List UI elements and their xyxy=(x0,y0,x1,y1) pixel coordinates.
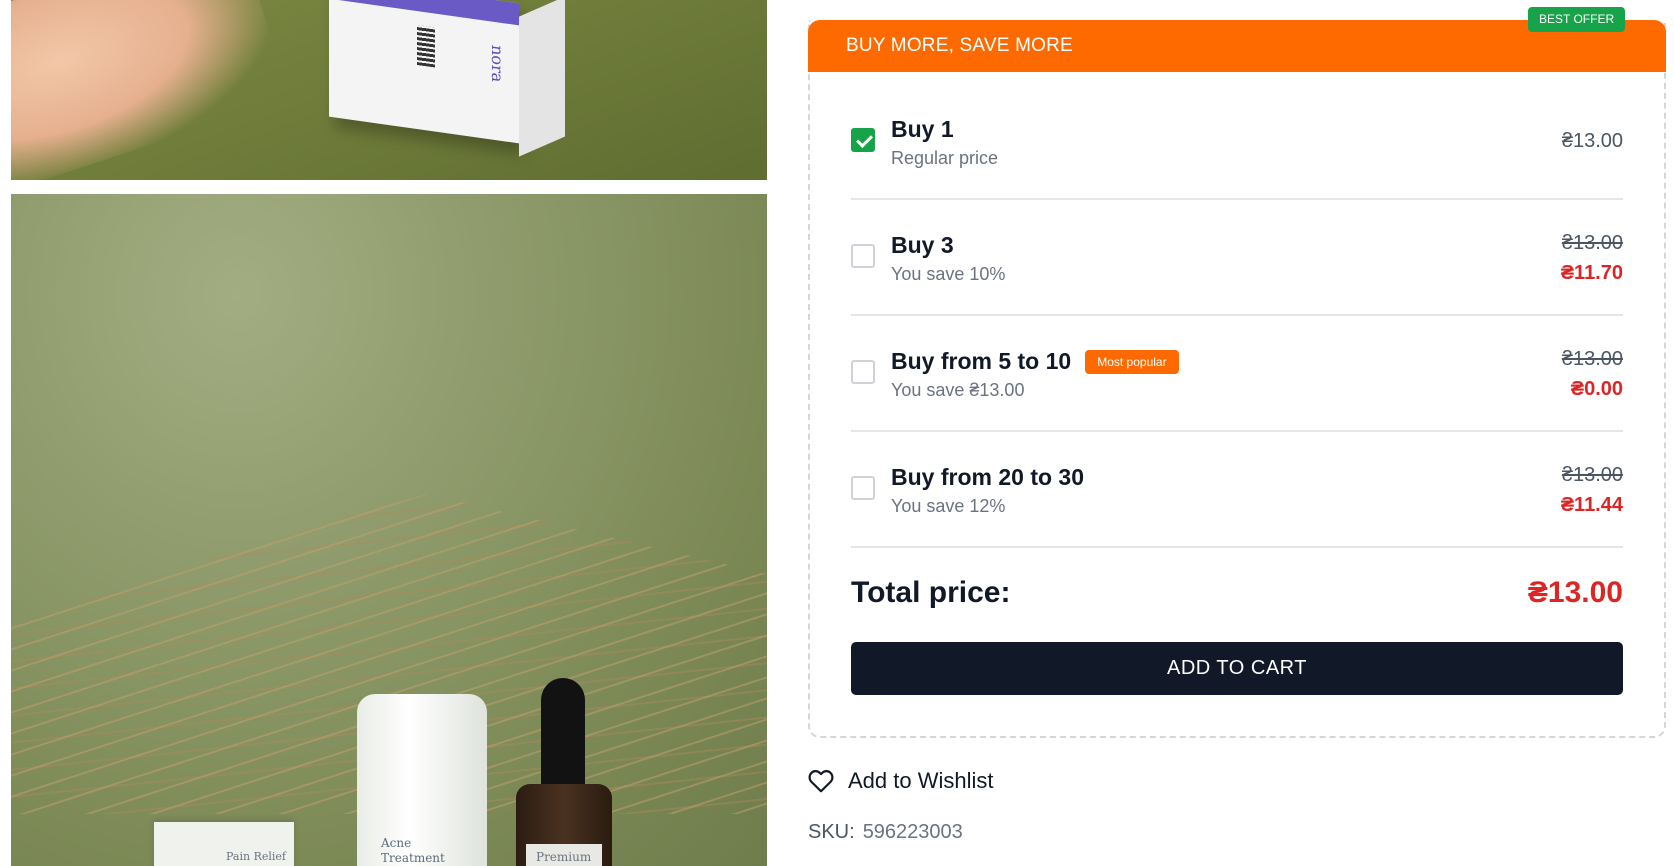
jar-label: Acne Treatment xyxy=(381,836,445,865)
option-title: Buy from 5 to 10 Most popular xyxy=(891,348,1179,375)
add-to-wishlist-link[interactable]: Add to Wishlist xyxy=(808,766,994,796)
sku-label: SKU: xyxy=(808,821,855,843)
offer-option-buy-3[interactable]: Buy 3 You save 10% ₴13.00 ₴11.70 xyxy=(851,200,1623,316)
pain-relief-box: Pain Relief xyxy=(154,822,294,866)
sku-value: 596223003 xyxy=(862,821,963,843)
most-popular-badge: Most popular xyxy=(1085,350,1179,374)
option-subtitle: Regular price xyxy=(891,148,999,168)
product-image-1[interactable]: nora xyxy=(11,0,767,180)
option-price: ₴13.00 xyxy=(1561,130,1623,152)
product-image-2[interactable]: Pain Relief Acne Treatment Premium xyxy=(11,194,767,866)
box-brand-text: nora xyxy=(488,43,508,84)
option-checkbox[interactable] xyxy=(851,360,875,384)
option-subtitle: You save ₴13.00 xyxy=(891,380,1025,400)
total-price-label: Total price: xyxy=(851,576,1011,609)
option-title: Buy from 20 to 30 xyxy=(891,464,1084,490)
sku-line: SKU: 596223003 xyxy=(808,821,963,844)
offer-title: BUY MORE, SAVE MORE xyxy=(846,35,1073,56)
option-new-price: ₴11.44 xyxy=(1560,494,1623,516)
fabric-drape xyxy=(11,0,292,180)
option-old-price: ₴13.00 xyxy=(1561,348,1623,370)
bottle-label: Premium xyxy=(526,844,602,866)
option-title: Buy 3 xyxy=(891,232,954,258)
option-checkbox[interactable] xyxy=(851,128,875,152)
heart-icon xyxy=(808,770,834,793)
option-old-price: ₴13.00 xyxy=(1561,464,1623,486)
wishlist-label: Add to Wishlist xyxy=(848,768,994,793)
option-title: Buy 1 xyxy=(891,116,954,142)
total-price-value: ₴13.00 xyxy=(1527,576,1623,609)
qr-code xyxy=(417,25,435,68)
dropper-cap xyxy=(541,678,585,788)
small-box-label: Pain Relief xyxy=(226,850,286,863)
add-to-cart-button[interactable]: ADD TO CART xyxy=(851,642,1623,695)
product-box: nora xyxy=(329,0,565,157)
option-new-price: ₴0.00 xyxy=(1570,378,1623,400)
option-subtitle: You save 12% xyxy=(891,496,1006,516)
option-checkbox[interactable] xyxy=(851,476,875,500)
option-new-price: ₴11.70 xyxy=(1560,262,1623,284)
offer-option-buy-5-to-10[interactable]: Buy from 5 to 10 Most popular You save ₴1… xyxy=(851,316,1623,432)
option-subtitle: You save 10% xyxy=(891,264,1006,284)
offer-option-buy-20-to-30[interactable]: Buy from 20 to 30 You save 12% ₴13.00 ₴1… xyxy=(851,432,1623,548)
acne-treatment-jar: Acne Treatment xyxy=(357,694,487,866)
offer-option-buy-1[interactable]: Buy 1 Regular price ₴13.00 xyxy=(851,84,1623,200)
dropper-bottle: Premium xyxy=(516,784,612,866)
option-checkbox[interactable] xyxy=(851,244,875,268)
option-old-price: ₴13.00 xyxy=(1561,232,1623,254)
best-offer-badge: BEST OFFER xyxy=(1528,7,1626,32)
